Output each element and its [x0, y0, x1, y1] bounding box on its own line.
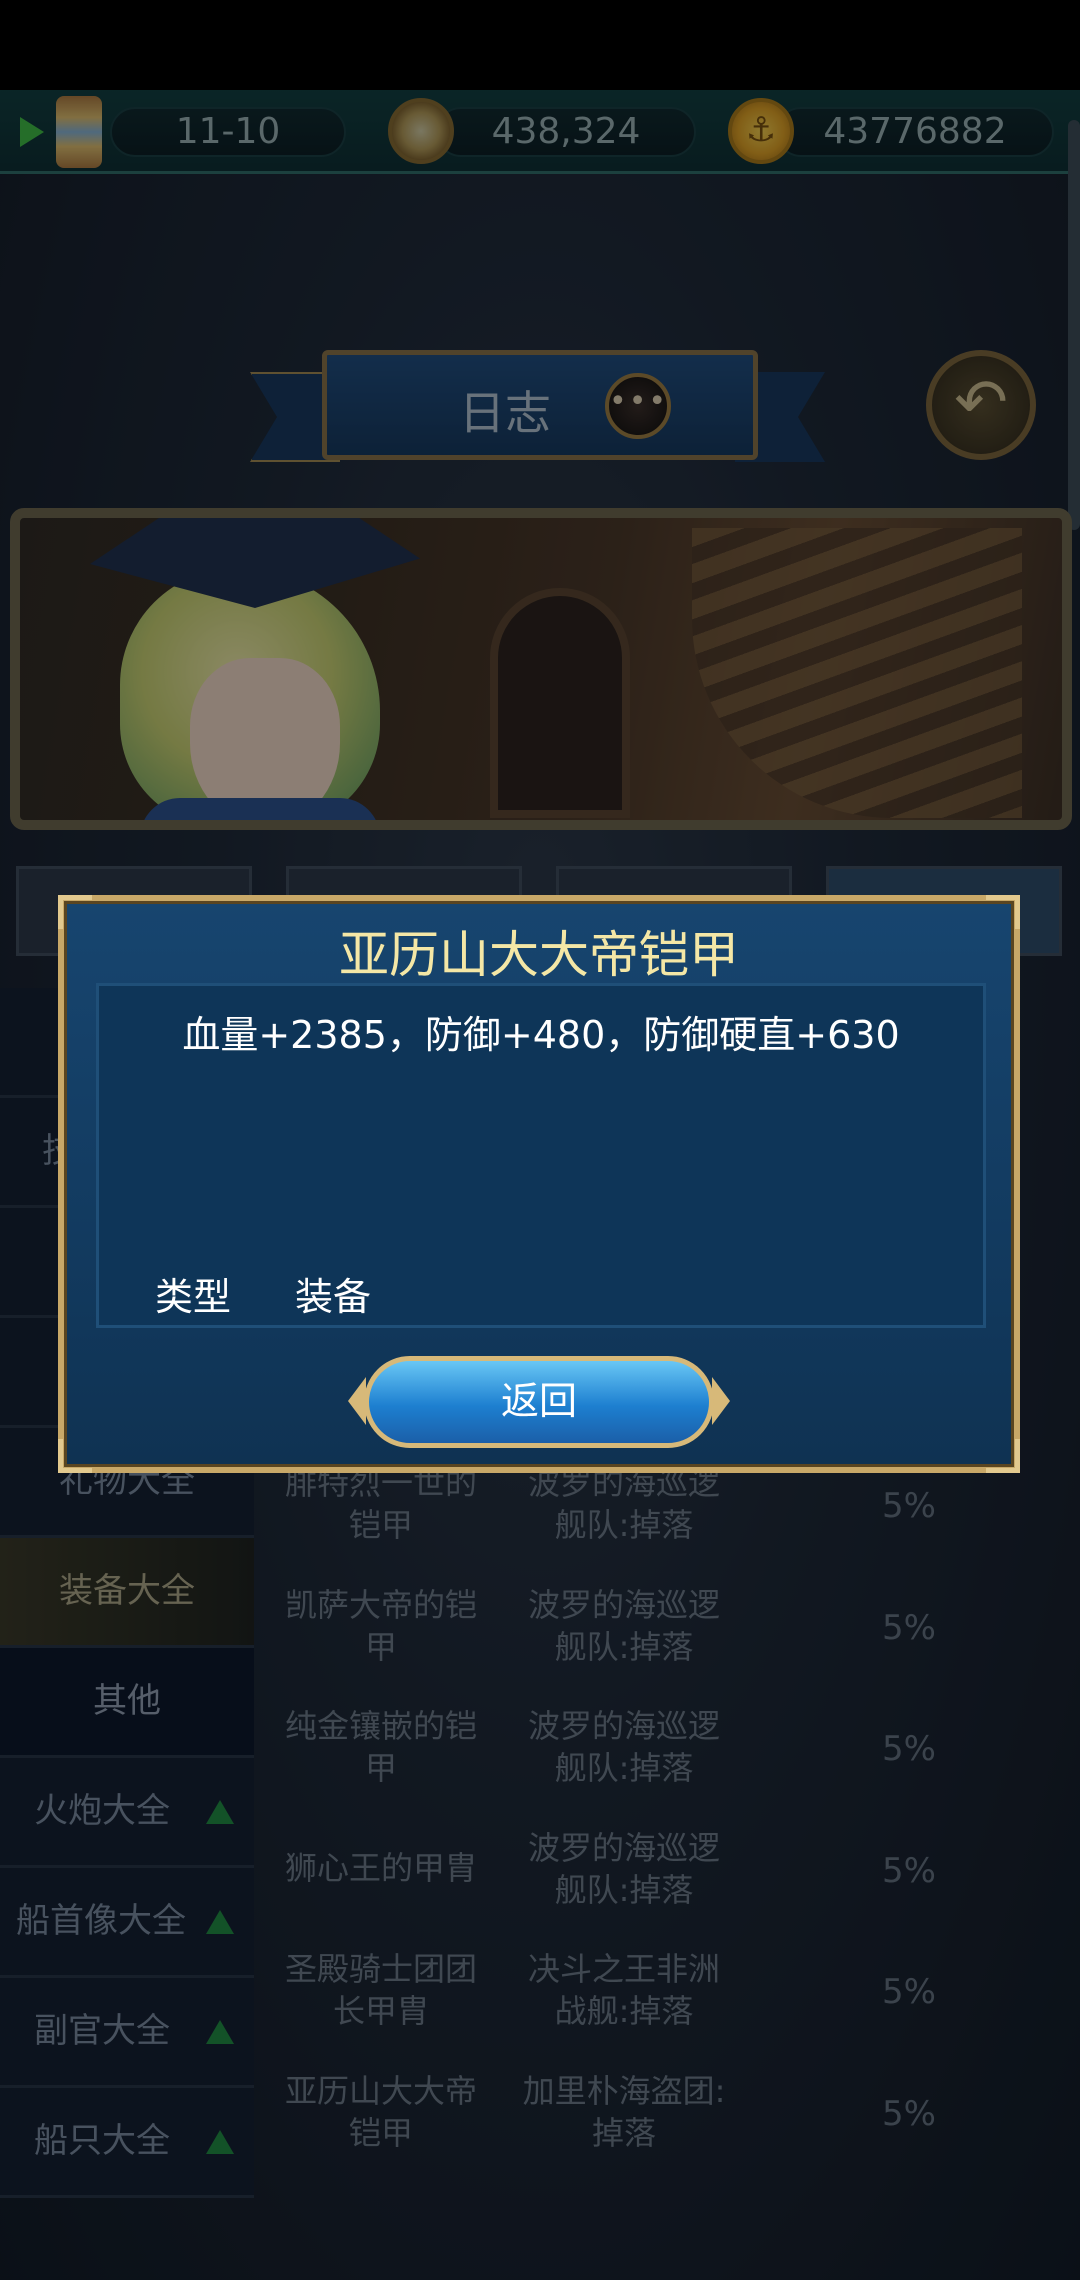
frame-corner-ornament: [58, 1439, 92, 1473]
frame-corner-ornament: [986, 1439, 1020, 1473]
status-bar-area: [0, 0, 1080, 90]
dialog-content-box: 血量+2385，防御+480，防御硬直+630 类型 装备: [96, 983, 986, 1328]
type-value: 装备: [295, 1275, 372, 1319]
dialog-title: 亚历山大大帝铠甲: [339, 926, 739, 984]
type-label: 类型: [155, 1275, 232, 1319]
item-detail-dialog: 亚历山大大帝铠甲 血量+2385，防御+480，防御硬直+630 类型 装备 返…: [58, 895, 1020, 1473]
item-stats-text: 血量+2385，防御+480，防御硬直+630: [182, 1013, 900, 1057]
return-button[interactable]: 返回: [364, 1356, 714, 1448]
button-ornament-right: [712, 1377, 730, 1425]
